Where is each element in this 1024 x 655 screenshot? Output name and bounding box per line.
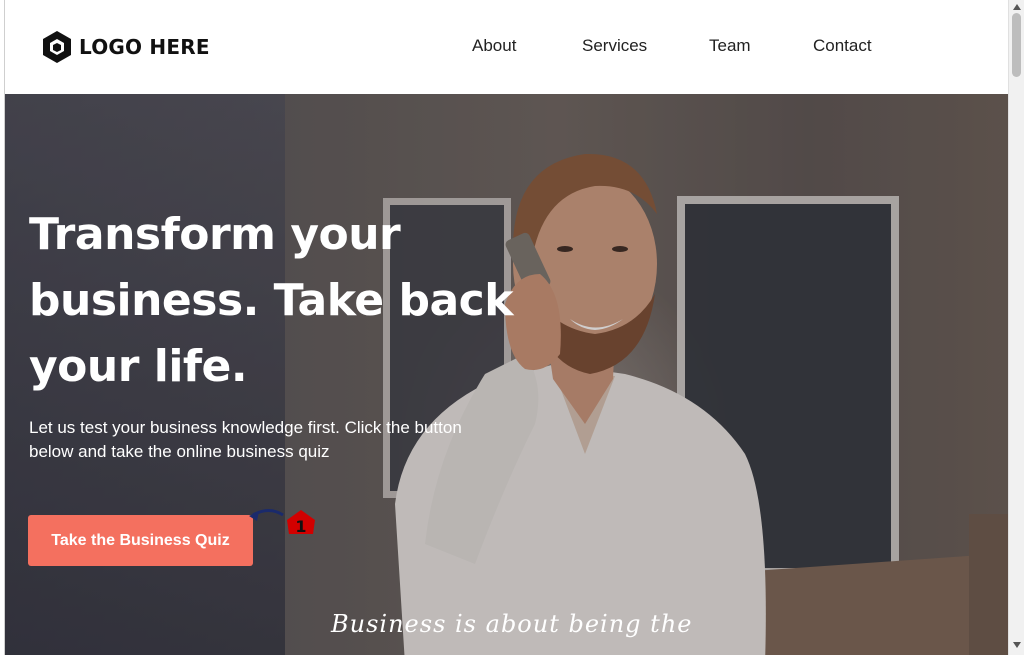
annotation-marker: 1 [249,509,315,536]
hero-title-line: business. Take back [29,275,513,326]
nav-link-services[interactable]: Services [582,36,647,56]
hero-section: Transform your business. Take back your … [5,94,1008,655]
nav-link-contact[interactable]: Contact [813,36,872,56]
scroll-down-arrow-icon[interactable] [1012,641,1022,649]
nav-link-about[interactable]: About [472,36,516,56]
main-nav: About Services Team Contact [5,36,1008,60]
take-quiz-button[interactable]: Take the Business Quiz [28,515,253,566]
scrollbar-thumb[interactable] [1012,13,1021,77]
hero-title-line: Transform your [29,209,401,260]
site-header: LOGO HERE About Services Team Contact [5,0,1008,94]
annotation-arrowhead-icon [249,511,259,521]
vertical-scrollbar[interactable] [1008,0,1024,655]
hero-subtitle: Let us test your business knowledge firs… [29,416,549,464]
hero-subtitle-line: below and take the online business quiz [29,442,330,461]
hero-tagline: Business is about being the [331,610,693,638]
scroll-up-arrow-icon[interactable] [1012,3,1022,11]
annotation-number: 1 [295,517,306,536]
hero-subtitle-line: Let us test your business knowledge firs… [29,418,462,437]
nav-link-team[interactable]: Team [709,36,751,56]
hero-title-line: your life. [29,341,248,392]
browser-viewport: LOGO HERE About Services Team Contact Tr… [4,0,1008,655]
hero-title: Transform your business. Take back your … [29,202,549,400]
